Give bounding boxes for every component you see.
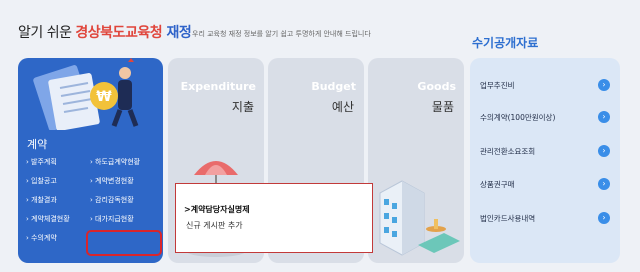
public-item-business-expense[interactable]: 업무추진비 ›	[480, 77, 610, 93]
public-item-corporate-card[interactable]: 법인카드사용내역 ›	[480, 210, 610, 226]
title-prefix: 알기 쉬운	[18, 25, 76, 41]
svg-text:₩: ₩	[96, 89, 112, 105]
page-description: 우리 교육청 재정 정보를 알기 쉽고 투명하게 안내해 드립니다	[192, 30, 371, 38]
public-item-private-contract[interactable]: 수의계약(100만원이상) ›	[480, 109, 610, 125]
menu-contract-change[interactable]: 계약변경현황	[90, 175, 160, 187]
menu-bid-notice[interactable]: 입찰공고	[26, 175, 90, 187]
public-item-label: 관리전환소요조회	[480, 146, 536, 156]
expenditure-en-label: Expenditure	[180, 80, 256, 93]
notice-popup: >계약담당자실명제 신규 게시판 추가	[175, 183, 373, 253]
title-suffix: 재정	[162, 25, 192, 41]
arrow-right-icon: ›	[598, 79, 610, 91]
page-title: 알기 쉬운 경상북도교육청 재정	[18, 22, 192, 42]
budget-en-label: Budget	[311, 80, 356, 93]
public-item-gift-voucher[interactable]: 상품권구매 ›	[480, 176, 610, 192]
menu-supervision-status[interactable]: 감리감독현황	[90, 194, 160, 206]
popup-title[interactable]: >계약담당자실명제	[184, 204, 250, 215]
popup-body: 신규 게시판 추가	[186, 221, 243, 230]
menu-payment-status[interactable]: 대가지급현황	[90, 213, 160, 225]
goods-ko-label: 물품	[431, 100, 454, 114]
city-illustration	[379, 180, 460, 256]
arrow-right-icon: ›	[598, 145, 610, 157]
public-data-title: 수기공개자료	[472, 36, 539, 50]
public-item-transfer-lookup[interactable]: 관리전환소요조회 ›	[480, 143, 610, 159]
goods-card[interactable]: Goods 물품	[368, 58, 464, 263]
arrow-right-icon: ›	[598, 212, 610, 224]
menu-order-plan[interactable]: 발주계획	[26, 156, 90, 168]
menu-private-contract[interactable]: 수의계약	[26, 232, 90, 244]
expenditure-ko-label: 지출	[231, 100, 254, 114]
public-item-label: 업무추진비	[480, 80, 515, 90]
menu-bid-result[interactable]: 개찰결과	[26, 194, 90, 206]
arrow-right-icon: ›	[598, 111, 610, 123]
menu-contract-signed[interactable]: 계약체결현황	[26, 213, 90, 225]
budget-ko-label: 예산	[331, 100, 354, 114]
public-item-label: 상품권구매	[480, 179, 515, 189]
goods-en-label: Goods	[417, 80, 456, 93]
public-item-label: 수의계약(100만원이상)	[480, 112, 556, 122]
arrow-right-icon: ›	[598, 178, 610, 190]
menu-subcontract-status[interactable]: 하도급계약현황	[90, 156, 160, 168]
contract-illustration: ₩	[33, 58, 139, 130]
highlight-box	[86, 230, 162, 256]
title-brand: 경상북도교육청	[75, 25, 163, 41]
public-data-panel: 업무추진비 › 수의계약(100만원이상) › 관리전환소요조회 › 상품권구매…	[470, 58, 620, 263]
contract-title: 계약	[27, 138, 48, 151]
public-item-label: 법인카드사용내역	[480, 213, 536, 223]
